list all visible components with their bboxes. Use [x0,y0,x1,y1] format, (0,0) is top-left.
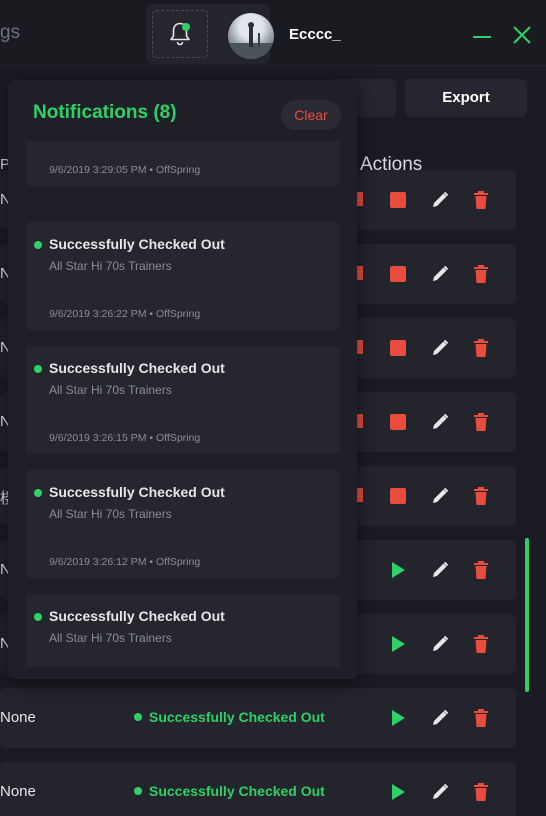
status-dot [34,489,42,497]
row-status: Successfully Checked Out [134,783,325,799]
notification-timestamp: 9/6/2019 3:26:12 PM • OffSpring [49,556,201,568]
row-status-fragment [357,414,363,428]
edit-icon[interactable] [430,338,450,358]
play-icon[interactable] [388,634,408,654]
status-dot [34,241,42,249]
notifications-panel: Notifications (8) Clear Successfully Che… [8,80,357,679]
export-button[interactable]: Export [405,79,527,117]
notification-card[interactable]: Successfully Checked Out All Star Hi 70s … [26,346,340,454]
notification-title: Successfully Checked Out [49,608,225,624]
clear-notifications-button[interactable]: Clear [281,100,341,130]
notification-product: All Star Hi 70s Trainers [49,631,172,645]
close-icon[interactable] [511,24,533,46]
row-status-fragment [357,266,363,280]
edit-icon[interactable] [430,560,450,580]
play-icon[interactable] [388,560,408,580]
edit-icon[interactable] [430,486,450,506]
app-window: gs Ecccc_ t Export P A [0,0,546,816]
notification-card[interactable]: Successfully Checked Out All Star Hi 70s … [26,222,340,330]
avatar[interactable] [228,13,274,59]
stop-icon[interactable] [388,190,408,210]
stop-square [390,192,406,208]
notification-product: All Star Hi 70s Trainers [49,383,172,397]
notification-timestamp: 9/6/2019 3:26:22 PM • OffSpring [49,308,201,320]
notification-card[interactable]: Successfully Checked Out All Star Hi 70s … [26,470,340,578]
notifications-button[interactable] [152,10,208,58]
edit-icon[interactable] [430,708,450,728]
stop-icon[interactable] [388,338,408,358]
notification-product: All Star Hi 70s Trainers [49,259,172,273]
unread-indicator [182,23,190,31]
trash-icon[interactable] [471,338,491,358]
table-row[interactable]: None Successfully Checked Out [0,688,516,748]
row-status-fragment [357,340,363,354]
notifications-list[interactable]: Successfully Checked Out All Star Hi 70s … [26,141,340,667]
edit-icon[interactable] [430,782,450,802]
stop-square [390,266,406,282]
notification-title: Successfully Checked Out [49,236,225,252]
notification-card[interactable]: Successfully Checked Out All Star Hi 70s … [26,594,340,667]
play-icon[interactable] [388,708,408,728]
stop-icon[interactable] [388,264,408,284]
avatar-image [228,22,274,59]
notification-timestamp: 9/6/2019 3:29:05 PM • OffSpring [49,164,201,176]
notification-card[interactable]: Successfully Checked OutAll Star Hi 70s … [26,141,340,186]
table-row[interactable]: None Successfully Checked Out [0,762,516,816]
stop-icon[interactable] [388,412,408,432]
stop-icon[interactable] [388,486,408,506]
trash-icon[interactable] [471,264,491,284]
notification-title: Successfully Checked Out [49,360,225,376]
status-dot [34,365,42,373]
minimize-icon[interactable] [471,26,493,48]
status-dot [34,613,42,621]
stop-square [390,414,406,430]
edit-icon[interactable] [430,190,450,210]
trash-icon[interactable] [471,486,491,506]
notification-timestamp: 9/6/2019 3:26:15 PM • OffSpring [49,432,201,444]
trash-icon[interactable] [471,560,491,580]
row-status-fragment [357,192,363,206]
notification-product: All Star Hi 70s Trainers [49,507,172,521]
row-status-fragment [357,488,363,502]
stop-square [390,488,406,504]
top-bar: gs Ecccc_ [0,0,546,66]
notifications-title: Notifications (8) [33,102,177,123]
edit-icon[interactable] [430,264,450,284]
row-proxy: None [0,709,36,726]
stop-square [390,340,406,356]
trash-icon[interactable] [471,708,491,728]
row-proxy: None [0,783,36,800]
trash-icon[interactable] [471,190,491,210]
row-status: Successfully Checked Out [134,709,325,725]
notification-title: Successfully Checked Out [49,484,225,500]
username: Ecccc_ [289,26,341,43]
search-input[interactable]: gs [0,22,20,44]
trash-icon[interactable] [471,782,491,802]
trash-icon[interactable] [471,634,491,654]
scrollbar[interactable] [525,538,529,692]
play-icon[interactable] [388,782,408,802]
trash-icon[interactable] [471,412,491,432]
edit-icon[interactable] [430,412,450,432]
edit-icon[interactable] [430,634,450,654]
